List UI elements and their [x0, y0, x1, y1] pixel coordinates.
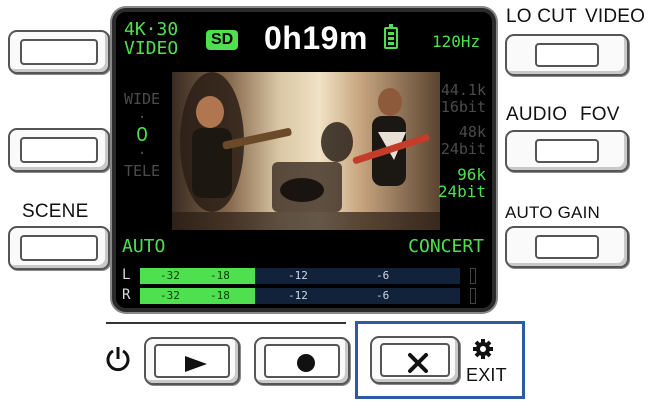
- gear-icon: [473, 339, 493, 359]
- video-label: VIDEO: [585, 6, 646, 27]
- left-level-bar: [140, 268, 256, 284]
- rate-value: 44.1k: [440, 81, 486, 99]
- meter-mark: -6: [376, 289, 390, 302]
- play-icon: [185, 356, 207, 372]
- bit-depth: 16bit: [440, 98, 486, 116]
- lcd-screen: 4K·30 VIDEO SD 0h19m 120Hz WIDE · 0 · TE…: [112, 8, 496, 312]
- audio-rate-44k: 44.1k 16bit: [428, 82, 486, 116]
- divider-line: [106, 322, 346, 324]
- left-button-middle[interactable]: [8, 128, 110, 172]
- meter-mark: -12: [288, 289, 308, 302]
- lo-cut-label: LO CUT: [506, 6, 577, 27]
- audio-rate-48k: 48k 24bit: [428, 124, 486, 158]
- meter-mark: -6: [376, 269, 390, 282]
- framerate-indicator: 120Hz: [432, 32, 481, 51]
- play-button[interactable]: [144, 337, 240, 385]
- bit-depth: 24bit: [437, 182, 486, 201]
- left-channel-label: L: [122, 267, 131, 283]
- right-channel-label: R: [122, 287, 131, 303]
- right-level-bar: [140, 288, 256, 304]
- record-button[interactable]: [254, 337, 350, 385]
- remaining-time: 0h19m: [264, 20, 368, 56]
- left-channel-track: -32 -18 -12 -6: [140, 268, 476, 284]
- resolution-indicator: 4K·30 VIDEO: [124, 20, 178, 58]
- scene-button[interactable]: [8, 226, 110, 270]
- bit-depth: 24bit: [440, 140, 486, 158]
- scene-value: AUTO: [122, 236, 166, 257]
- exit-button[interactable]: [370, 336, 460, 384]
- meter-clip-indicator: [470, 288, 476, 304]
- video-preview-image: [172, 72, 440, 230]
- left-button-top[interactable]: [8, 30, 110, 74]
- rate-value: 48k: [458, 123, 486, 141]
- audio-rate-96k: 96k 24bit: [428, 166, 486, 200]
- rate-value: 96k: [457, 165, 486, 184]
- record-icon: [297, 354, 315, 372]
- meter-mark: -12: [288, 269, 308, 282]
- audio-rate-list: 44.1k 16bit 48k 24bit 96k 24bit: [428, 82, 486, 208]
- meter-clip-indicator: [470, 268, 476, 284]
- power-icon[interactable]: [104, 344, 132, 372]
- exit-label: EXIT: [466, 365, 507, 385]
- audio-level-meter: L -32 -18 -12 -6 R -32 -18 -12 -6: [122, 264, 486, 308]
- zoom-value: 0: [136, 124, 148, 146]
- scene-mode-value: CONCERT: [408, 236, 484, 257]
- mode-text: VIDEO: [124, 38, 179, 59]
- audio-fov-button[interactable]: [505, 130, 629, 172]
- resolution-text: 4K·30: [124, 19, 179, 40]
- meter-mark: -18: [210, 289, 230, 302]
- zoom-tele-label: TELE: [123, 162, 161, 180]
- zoom-dot-bottom: ·: [137, 144, 147, 162]
- close-icon: [408, 353, 428, 373]
- audio-label: AUDIO: [506, 104, 568, 125]
- concert-scene-illustration: [172, 72, 440, 230]
- auto-gain-button[interactable]: [505, 226, 629, 268]
- meter-mark: -32: [160, 289, 180, 302]
- scene-label: SCENE: [22, 201, 89, 222]
- zoom-wide-label: WIDE: [123, 90, 161, 108]
- fov-label: FOV: [580, 104, 620, 125]
- meter-mark: -18: [210, 269, 230, 282]
- zoom-indicator: WIDE · 0 · TELE: [122, 90, 162, 180]
- auto-gain-label: AUTO GAIN: [505, 203, 601, 222]
- lo-cut-video-button[interactable]: [505, 34, 629, 76]
- right-channel-track: -32 -18 -12 -6: [140, 288, 476, 304]
- sd-card-badge: SD: [206, 30, 239, 50]
- battery-icon: [384, 24, 398, 49]
- meter-mark: -32: [160, 269, 180, 282]
